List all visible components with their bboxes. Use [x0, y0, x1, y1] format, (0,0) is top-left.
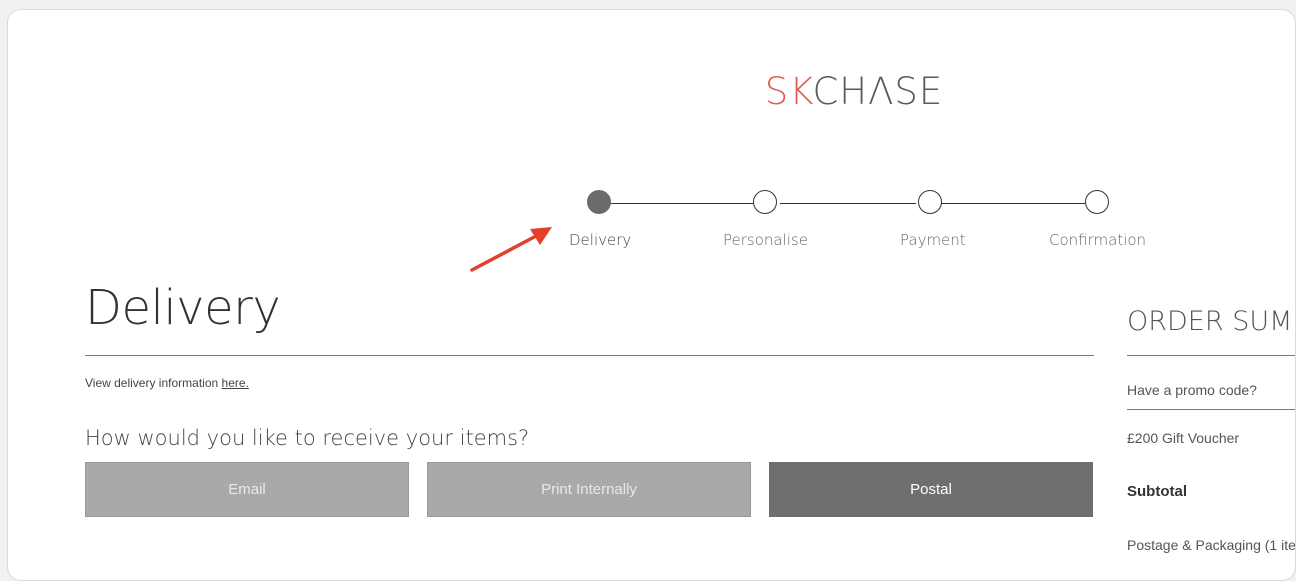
- step-connector: [780, 203, 916, 204]
- postage-label: Postage & Packaging (1 item): [1127, 537, 1296, 553]
- option-label: Postal: [910, 481, 952, 498]
- step-dot-payment: [918, 190, 942, 214]
- checkout-progress-stepper: Delivery Personalise Payment Confirmatio…: [8, 10, 1295, 270]
- option-label: Print Internally: [541, 481, 637, 498]
- step-dot-confirmation: [1085, 190, 1109, 214]
- step-connector: [940, 203, 1085, 204]
- delivery-option-print-internally[interactable]: Print Internally: [427, 462, 751, 517]
- step-label-delivery: Delivery: [569, 231, 632, 249]
- step-connector: [608, 203, 756, 204]
- step-dot-delivery: [587, 190, 611, 214]
- step-dot-personalise: [753, 190, 777, 214]
- step-label-personalise: Personalise: [723, 231, 808, 249]
- subtotal-label: Subtotal: [1127, 483, 1187, 500]
- page-title: Delivery: [85, 280, 281, 336]
- delivery-option-postal[interactable]: Postal: [769, 462, 1093, 517]
- delivery-method-question: How would you like to receive your items…: [85, 426, 530, 450]
- step-label-confirmation: Confirmation: [1049, 231, 1147, 249]
- promo-code-link[interactable]: Have a promo code?: [1127, 382, 1257, 398]
- order-summary-title: ORDER SUMMARY: [1127, 306, 1295, 337]
- step-label-payment: Payment: [900, 231, 966, 249]
- summary-item: £200 Gift Voucher: [1127, 430, 1240, 446]
- option-label: Email: [228, 481, 266, 498]
- checkout-card: SKCHΛSE Delivery Personalise Payment Con…: [7, 9, 1296, 581]
- annotation-arrow-icon: [470, 227, 552, 272]
- delivery-option-email[interactable]: Email: [85, 462, 409, 517]
- summary-divider: [1127, 409, 1295, 410]
- delivery-info-text: View delivery information here.: [85, 376, 249, 390]
- summary-divider: [1127, 355, 1295, 356]
- title-divider: [85, 355, 1094, 356]
- delivery-info-link[interactable]: here.: [222, 376, 249, 390]
- delivery-info-label: View delivery information: [85, 376, 222, 390]
